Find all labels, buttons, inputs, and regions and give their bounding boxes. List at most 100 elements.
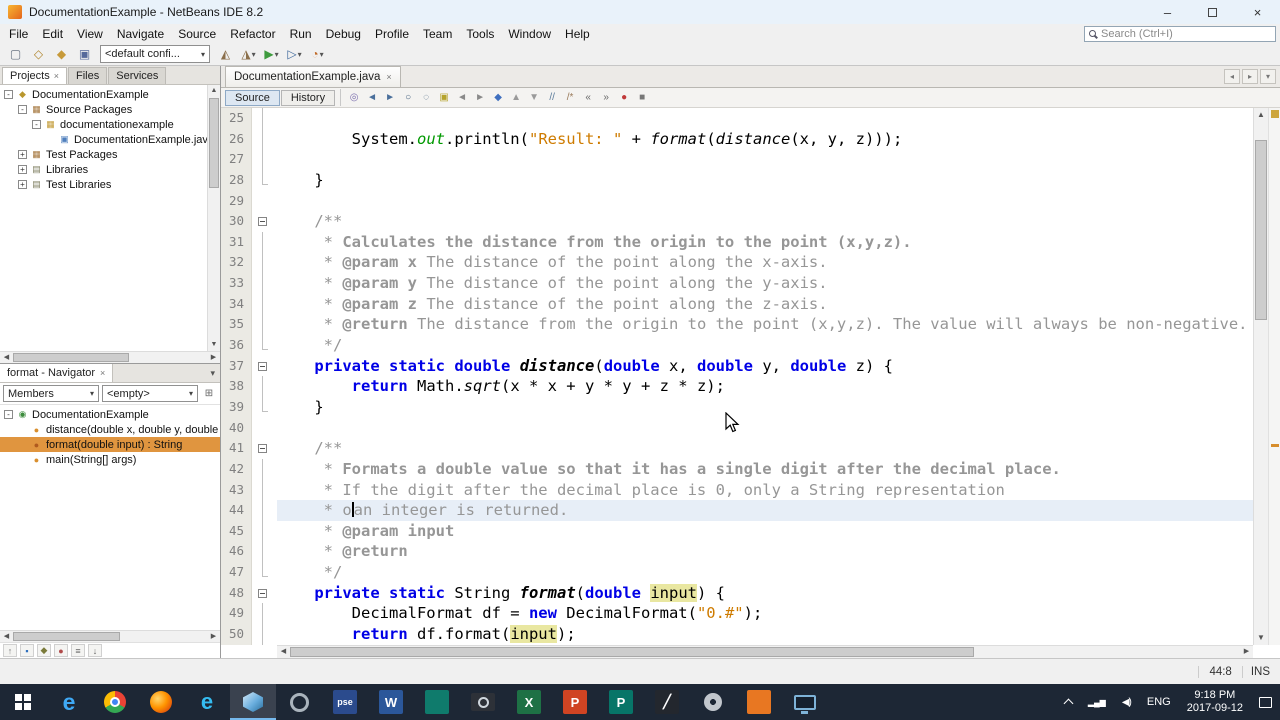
line-number[interactable]: 34 xyxy=(221,293,252,315)
close-button[interactable]: × xyxy=(1235,0,1280,24)
line-number[interactable]: 50 xyxy=(221,624,252,645)
code-text[interactable]: /** xyxy=(277,211,1253,232)
fold-collapse-icon[interactable] xyxy=(258,361,267,371)
uncomment-icon[interactable]: /* xyxy=(561,90,579,106)
tree-item[interactable]: - ▦ documentationexample xyxy=(0,117,220,132)
code-line[interactable]: 30 /** xyxy=(221,211,1253,232)
tray-expand-button[interactable] xyxy=(1057,684,1080,720)
collapse-icon[interactable]: - xyxy=(4,90,13,99)
maximize-button[interactable] xyxy=(1190,0,1235,24)
scroll-tabs-right-icon[interactable]: ▸ xyxy=(1242,69,1258,84)
tree-item[interactable]: - ◆ DocumentationExample xyxy=(0,87,220,102)
members-select[interactable]: Members ▾ xyxy=(3,385,99,402)
code-text[interactable]: System.out.println("Result: " + format(d… xyxy=(277,129,1253,150)
code-line[interactable]: 38 return Math.sqrt(x * x + y * y + z * … xyxy=(221,376,1253,397)
forward-icon[interactable]: ► xyxy=(381,90,399,106)
line-number[interactable]: 31 xyxy=(221,231,252,253)
line-number[interactable]: 36 xyxy=(221,335,252,356)
error-stripe[interactable] xyxy=(1268,108,1280,645)
code-line[interactable]: 48 private static String format(double i… xyxy=(221,582,1253,604)
code-line[interactable]: 27 xyxy=(221,149,1253,170)
editor-horizontal-scrollbar[interactable]: ◀ ▶ xyxy=(277,645,1253,658)
code-line[interactable]: 33 * @param y The distance of the point … xyxy=(221,273,1253,294)
code-line[interactable]: 47 */ xyxy=(221,562,1253,583)
code-line[interactable]: 32 * @param x The distance of the point … xyxy=(221,252,1253,274)
minimize-panel-icon[interactable]: ▾ xyxy=(210,368,215,379)
line-number[interactable]: 27 xyxy=(221,149,252,170)
action-center-button[interactable] xyxy=(1251,684,1280,720)
build-project-icon[interactable]: ◭ xyxy=(214,44,237,64)
editor-vertical-scrollbar[interactable]: ▲ ▼ xyxy=(1253,108,1268,645)
new-file-icon[interactable]: ▢ xyxy=(4,44,27,64)
menu-view[interactable]: View xyxy=(70,27,110,41)
menu-profile[interactable]: Profile xyxy=(368,27,416,41)
scrollbar-thumb[interactable] xyxy=(209,98,219,188)
scroll-down-icon[interactable]: ▼ xyxy=(208,339,220,351)
open-project-icon[interactable]: ◆ xyxy=(50,44,73,64)
expand-icon[interactable]: + xyxy=(18,165,27,174)
source-view-button[interactable]: Source xyxy=(225,89,280,106)
code-line[interactable]: 36 */ xyxy=(221,335,1253,356)
fold-collapse-icon[interactable] xyxy=(258,588,267,598)
code-text[interactable]: * o an integer is returned. xyxy=(277,500,1253,521)
minimize-button[interactable]: – xyxy=(1145,0,1190,24)
code-editor[interactable]: 25 26 System.out.println("Result: " + for… xyxy=(221,108,1280,645)
scroll-tabs-left-icon[interactable]: ◂ xyxy=(1224,69,1240,84)
browser-icon[interactable]: e xyxy=(184,684,230,720)
clean-build-icon[interactable]: ◮ ▾ xyxy=(237,44,260,64)
line-number[interactable]: 43 xyxy=(221,479,252,501)
code-line[interactable]: 29 xyxy=(221,190,1253,212)
code-line[interactable]: 44 * o an integer is returned. xyxy=(221,500,1253,521)
previous-bookmark-icon[interactable]: ◄ xyxy=(453,90,471,106)
tree-item[interactable]: ▣ DocumentationExample.java xyxy=(0,132,220,147)
code-text[interactable]: } xyxy=(277,170,1253,191)
scrollbar-thumb[interactable] xyxy=(13,632,120,641)
line-number[interactable]: 44 xyxy=(221,500,252,521)
tab-projects[interactable]: Projects × xyxy=(2,67,68,84)
scrollbar-thumb[interactable] xyxy=(13,353,130,362)
code-text[interactable]: */ xyxy=(277,562,1253,583)
close-icon[interactable]: × xyxy=(386,72,391,82)
expand-icon[interactable]: + xyxy=(18,180,27,189)
projects-horizontal-scrollbar[interactable]: ◀ ▶ xyxy=(0,351,220,363)
tree-item[interactable]: ● distance(double x, double y, double z) xyxy=(0,422,220,437)
code-text[interactable]: DecimalFormat df = new DecimalFormat("0.… xyxy=(277,603,1253,624)
line-number[interactable]: 35 xyxy=(221,314,252,336)
filter-select[interactable]: <empty> ▾ xyxy=(102,385,198,402)
collapse-icon[interactable]: - xyxy=(18,105,27,114)
code-text[interactable]: * @return xyxy=(277,541,1253,562)
menu-debug[interactable]: Debug xyxy=(319,27,368,41)
collapse-icon[interactable]: - xyxy=(4,410,13,419)
line-number[interactable]: 45 xyxy=(221,520,252,542)
close-icon[interactable]: × xyxy=(54,71,59,81)
line-number[interactable]: 32 xyxy=(221,252,252,274)
menu-file[interactable]: File xyxy=(2,27,35,41)
close-icon[interactable]: × xyxy=(100,368,105,378)
scroll-left-icon[interactable]: ◀ xyxy=(0,352,13,363)
media-app-icon[interactable] xyxy=(736,684,782,720)
fold-collapse-icon[interactable] xyxy=(258,444,267,454)
teal-app-icon[interactable] xyxy=(414,684,460,720)
profile-project-icon[interactable]: ◔ ▾ xyxy=(306,44,329,64)
gear-icon[interactable]: ⊞ xyxy=(201,388,217,399)
code-text[interactable]: */ xyxy=(277,335,1253,356)
code-text[interactable] xyxy=(277,108,1253,129)
sort-by-source-icon[interactable]: ↓ xyxy=(88,644,102,657)
code-line[interactable]: 50 return df.format(input); xyxy=(221,624,1253,645)
tab-list-icon[interactable]: ▾ xyxy=(1260,69,1276,84)
code-line[interactable]: 35 * @return The distance from the origi… xyxy=(221,314,1253,336)
show-fields-icon[interactable]: ▪ xyxy=(20,644,34,657)
volume-button[interactable]: ◀) xyxy=(1114,684,1139,720)
code-text[interactable] xyxy=(277,149,1253,170)
display-app-icon[interactable] xyxy=(782,684,828,720)
code-line[interactable]: 41 /** xyxy=(221,438,1253,459)
code-text[interactable] xyxy=(277,191,1253,212)
chrome-icon[interactable] xyxy=(92,684,138,720)
toggle-highlight-icon[interactable]: ▣ xyxy=(435,90,453,106)
show-inherited-icon[interactable]: ↑ xyxy=(3,644,17,657)
history-view-button[interactable]: History xyxy=(280,89,336,106)
window-titlebar[interactable]: DocumentationExample - NetBeans IDE 8.2 … xyxy=(0,0,1280,24)
comment-icon[interactable]: // xyxy=(543,90,561,106)
debug-project-icon[interactable]: ▷ ▾ xyxy=(283,44,306,64)
menu-tools[interactable]: Tools xyxy=(459,27,501,41)
